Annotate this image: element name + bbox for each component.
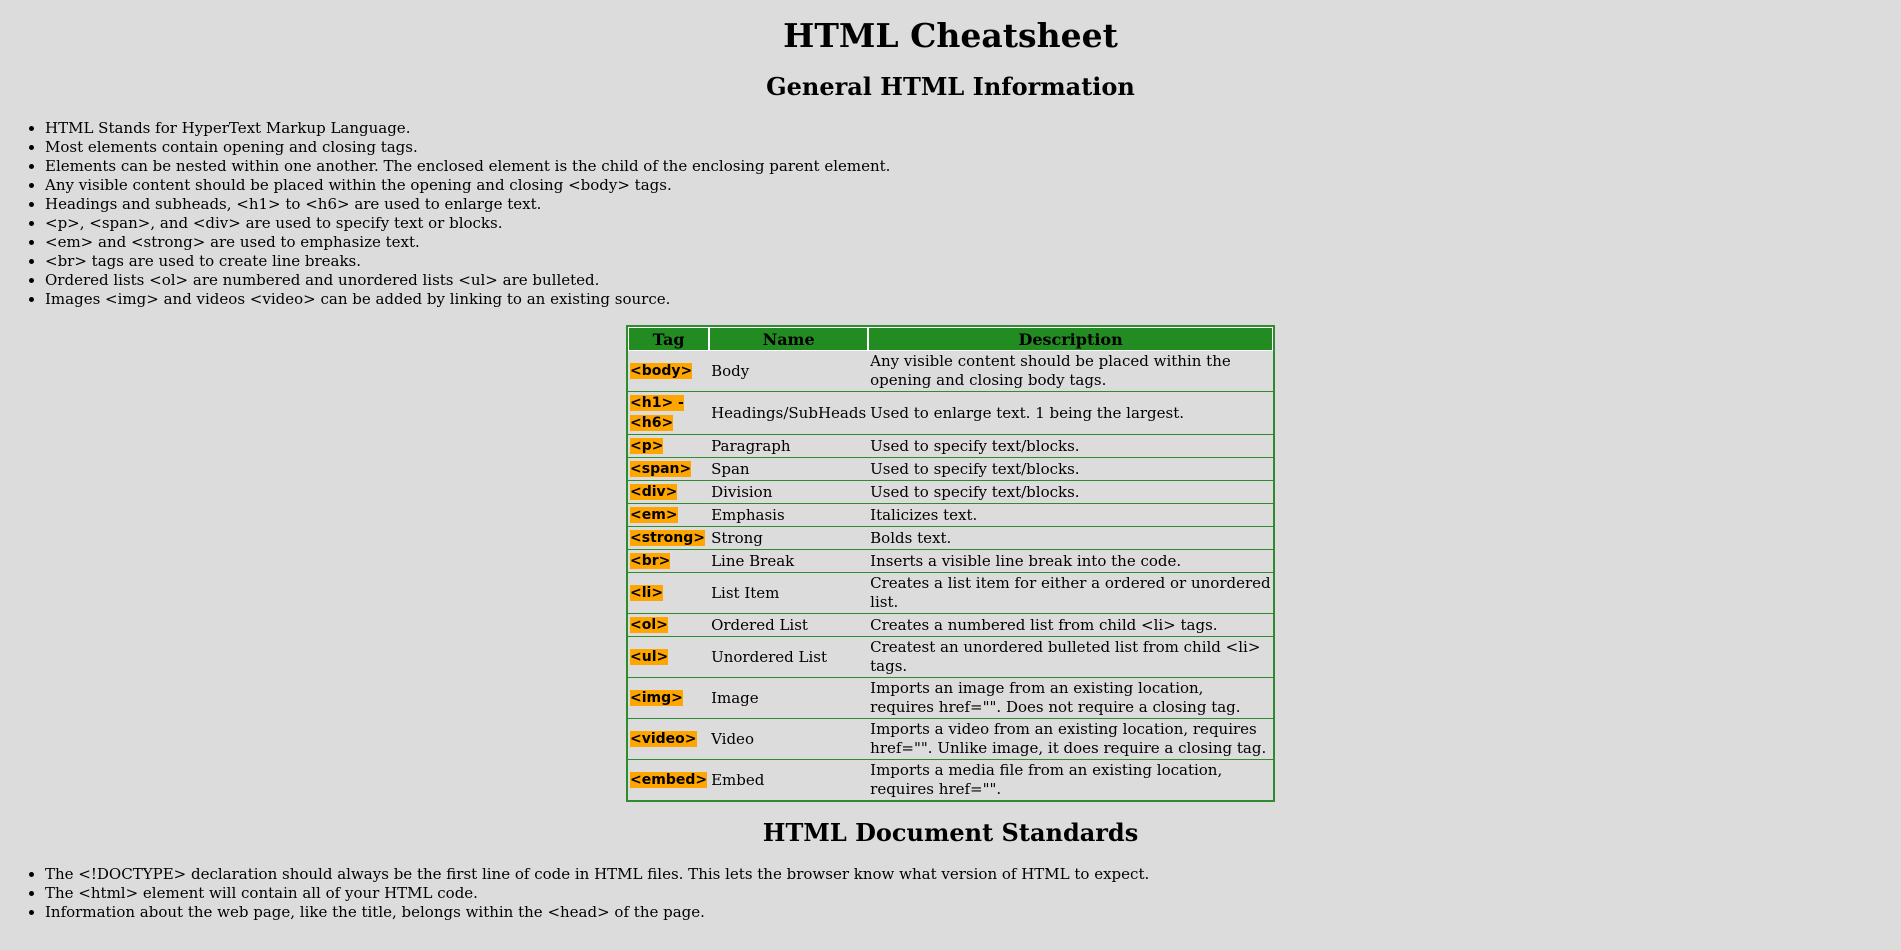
tag-cell: <ol>: [628, 614, 710, 637]
name-cell: Headings/SubHeads: [709, 392, 869, 435]
tag-label: <p>: [630, 438, 664, 454]
name-cell: Ordered List: [709, 614, 869, 637]
table-row: <span> Span Used to specify text/blocks.: [628, 458, 1273, 481]
tag-label: <h1> - <h6>: [630, 395, 684, 431]
description-cell: Imports a media file from an existing lo…: [870, 761, 1223, 798]
list-item: Most elements contain opening and closin…: [45, 138, 1901, 157]
tag-label: <body>: [630, 363, 693, 379]
name-cell: Emphasis: [709, 504, 869, 527]
tag-cell: <video>: [628, 719, 710, 760]
tag-label: <li>: [630, 585, 664, 601]
tag-label: <ol>: [630, 617, 668, 633]
table-row: <div> Division Used to specify text/bloc…: [628, 481, 1273, 504]
tag-cell: <p>: [628, 435, 710, 458]
description-cell: Any visible content should be placed wit…: [868, 351, 1273, 392]
name-column-header: Name: [709, 327, 869, 351]
description-cell: Used to specify text/blocks.: [868, 481, 1273, 504]
tag-label: <div>: [630, 484, 678, 500]
name-cell: Video: [709, 719, 869, 760]
cheatsheet-table-container: Tag Name Description <body> Body Any vis…: [0, 325, 1901, 802]
tag-cell: <strong>: [628, 527, 710, 550]
table-row: <strong> Strong Bolds text.: [628, 527, 1273, 550]
list-item: The <html> element will contain all of y…: [45, 884, 1901, 903]
name-cell: Image: [709, 678, 869, 719]
table-row: <br> Line Break Inserts a visible line b…: [628, 550, 1273, 573]
name-cell: Span: [709, 458, 869, 481]
tag-column-header: Tag: [628, 327, 710, 351]
list-item: Any visible content should be placed wit…: [45, 176, 1901, 195]
name-cell: Division: [709, 481, 869, 504]
list-item: <br> tags are used to create line breaks…: [45, 252, 1901, 271]
name-cell: List Item: [709, 573, 869, 614]
tag-label: <br>: [630, 553, 671, 569]
tag-label: <em>: [630, 507, 678, 523]
name-cell: Paragraph: [709, 435, 869, 458]
document-standards-heading: HTML Document Standards: [762, 818, 1139, 847]
table-row: <embed> Embed Imports a media file from …: [628, 760, 1273, 800]
table-row: <img> Image Imports an image from an exi…: [628, 678, 1273, 719]
name-cell: Strong: [709, 527, 869, 550]
description-cell: Createst an unordered bulleted list from…: [868, 637, 1273, 678]
general-info-heading: General HTML Information: [766, 72, 1135, 101]
table-row: <h1> - <h6> Headings/SubHeads Used to en…: [628, 392, 1273, 435]
list-item: The <!DOCTYPE> declaration should always…: [45, 865, 1901, 884]
description-cell: Creates a numbered list from child <li> …: [868, 614, 1273, 637]
list-item: Headings and subheads, <h1> to <h6> are …: [45, 195, 1901, 214]
description-cell: Imports an image from an existing locati…: [868, 678, 1273, 719]
table-row: <p> Paragraph Used to specify text/block…: [628, 435, 1273, 458]
table-row: <li> List Item Creates a list item for e…: [628, 573, 1273, 614]
description-cell: Used to enlarge text. 1 being the larges…: [868, 392, 1273, 435]
table-row: <video> Video Imports a video from an ex…: [628, 719, 1273, 760]
name-cell: Body: [709, 351, 869, 392]
tag-cell: <ul>: [628, 637, 710, 678]
tag-cell: <span>: [628, 458, 710, 481]
description-cell: Bolds text.: [868, 527, 1273, 550]
tag-cell: <em>: [628, 504, 710, 527]
tag-cell: <h1> - <h6>: [628, 392, 710, 435]
description-cell: Italicizes text.: [868, 504, 1273, 527]
tag-cell: <body>: [628, 351, 710, 392]
table-header-row: Tag Name Description: [628, 327, 1273, 351]
list-item: Images <img> and videos <video> can be a…: [45, 290, 1901, 309]
tag-label: <span>: [630, 461, 692, 477]
name-cell: Embed: [711, 770, 765, 789]
tag-cell: <li>: [628, 573, 710, 614]
list-item: Information about the web page, like the…: [45, 903, 1901, 922]
cheatsheet-table: Tag Name Description <body> Body Any vis…: [626, 325, 1275, 802]
table-row: <em> Emphasis Italicizes text.: [628, 504, 1273, 527]
list-item: <p>, <span>, and <div> are used to speci…: [45, 214, 1901, 233]
description-cell: Creates a list item for either a ordered…: [868, 573, 1273, 614]
general-info-list: HTML Stands for HyperText Markup Languag…: [0, 119, 1901, 309]
page-title: HTML Cheatsheet: [783, 16, 1118, 55]
tag-cell: <br>: [628, 550, 710, 573]
document-standards-list: The <!DOCTYPE> declaration should always…: [0, 865, 1901, 922]
tag-label: <ul>: [630, 649, 669, 665]
tag-cell: <img>: [628, 678, 710, 719]
tag-cell: <div>: [628, 481, 710, 504]
name-cell: Line Break: [709, 550, 869, 573]
description-cell: Inserts a visible line break into the co…: [868, 550, 1273, 573]
tag-cell: <embed>: [628, 760, 709, 800]
table-row: <ol> Ordered List Creates a numbered lis…: [628, 614, 1273, 637]
list-item: Elements can be nested within one anothe…: [45, 157, 1901, 176]
description-column-header: Description: [868, 327, 1273, 351]
description-cell: Used to specify text/blocks.: [868, 435, 1273, 458]
tag-label: <img>: [630, 690, 683, 706]
list-item: Ordered lists <ol> are numbered and unor…: [45, 271, 1901, 290]
list-item: HTML Stands for HyperText Markup Languag…: [45, 119, 1901, 138]
name-cell: Unordered List: [709, 637, 869, 678]
description-cell: Used to specify text/blocks.: [868, 458, 1273, 481]
tag-label: <embed>: [630, 772, 708, 788]
description-cell: Imports a video from an existing locatio…: [868, 719, 1273, 760]
table-row: <ul> Unordered List Createst an unordere…: [628, 637, 1273, 678]
tag-label: <video>: [630, 731, 697, 747]
list-item: <em> and <strong> are used to emphasize …: [45, 233, 1901, 252]
table-row: <body> Body Any visible content should b…: [628, 351, 1273, 392]
tag-label: <strong>: [630, 530, 705, 546]
